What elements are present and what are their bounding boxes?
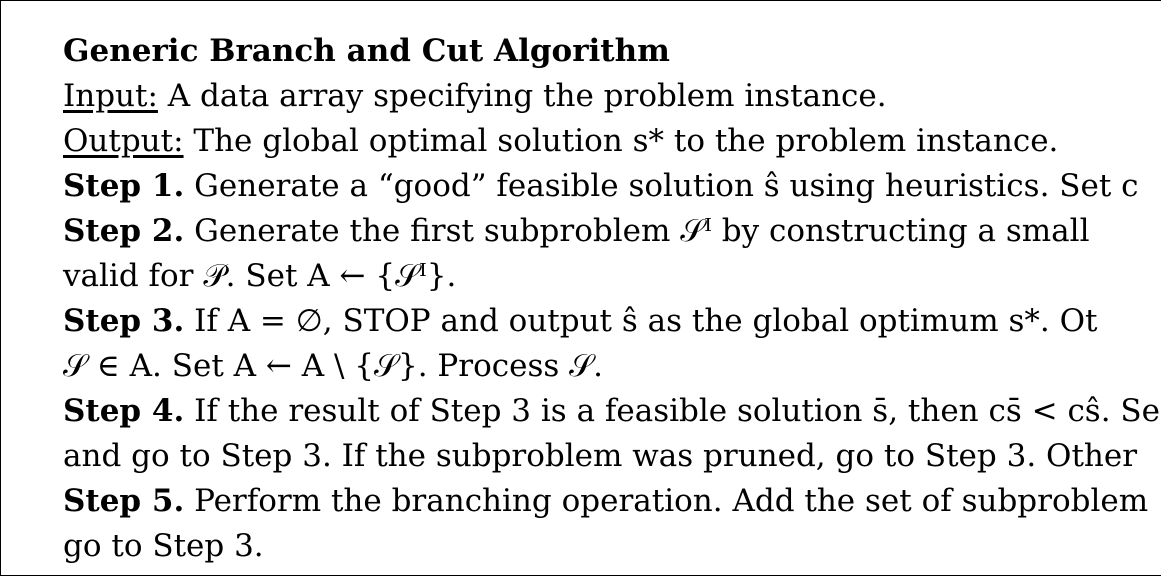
step-1-text: Generate a “good” feasible solution ŝ us… bbox=[184, 168, 1139, 204]
step-1: Step 1. Generate a “good” feasible solut… bbox=[63, 164, 1161, 209]
algorithm-content: Generic Branch and Cut Algorithm Input: … bbox=[63, 29, 1161, 569]
step-5-continuation: go to Step 3. bbox=[63, 528, 264, 564]
step-4-text: If the result of Step 3 is a feasible so… bbox=[184, 393, 1161, 429]
output-line: Output: The global optimal solution s* t… bbox=[63, 119, 1161, 164]
step-5-text: Perform the branching operation. Add the… bbox=[184, 483, 1149, 519]
input-line: Input: A data array specifying the probl… bbox=[63, 74, 1161, 119]
step-2-label: Step 2. bbox=[63, 213, 185, 249]
output-text: The global optimal solution s* to the pr… bbox=[183, 123, 1059, 159]
step-2: Step 2. Generate the first subproblem 𝒮ᴵ… bbox=[63, 209, 1161, 254]
step-3: Step 3. If A = ∅, STOP and output ŝ as t… bbox=[63, 299, 1161, 344]
step-2-continuation: valid for 𝒫. Set A ← {𝒮ᴵ}. bbox=[63, 258, 457, 294]
step-4: Step 4. If the result of Step 3 is a fea… bbox=[63, 389, 1161, 434]
algorithm-box: Generic Branch and Cut Algorithm Input: … bbox=[0, 0, 1161, 576]
step-3-text: If A = ∅, STOP and output ŝ as the globa… bbox=[184, 303, 1098, 339]
step-4-label: Step 4. bbox=[63, 393, 185, 429]
step-2-text: Generate the first subproblem 𝒮ᴵ by cons… bbox=[184, 213, 1090, 249]
output-label: Output: bbox=[63, 123, 184, 159]
algorithm-title: Generic Branch and Cut Algorithm bbox=[63, 33, 670, 69]
step-1-label: Step 1. bbox=[63, 168, 185, 204]
input-label: Input: bbox=[63, 78, 158, 114]
input-text: A data array specifying the problem inst… bbox=[157, 78, 887, 114]
step-4-continuation: and go to Step 3. If the subproblem was … bbox=[63, 438, 1138, 474]
step-5-label: Step 5. bbox=[63, 483, 185, 519]
step-3-label: Step 3. bbox=[63, 303, 185, 339]
step-5: Step 5. Perform the branching operation.… bbox=[63, 479, 1161, 524]
step-3-continuation: 𝒮 ∈ A. Set A ← A \ {𝒮}. Process 𝒮. bbox=[63, 348, 603, 384]
